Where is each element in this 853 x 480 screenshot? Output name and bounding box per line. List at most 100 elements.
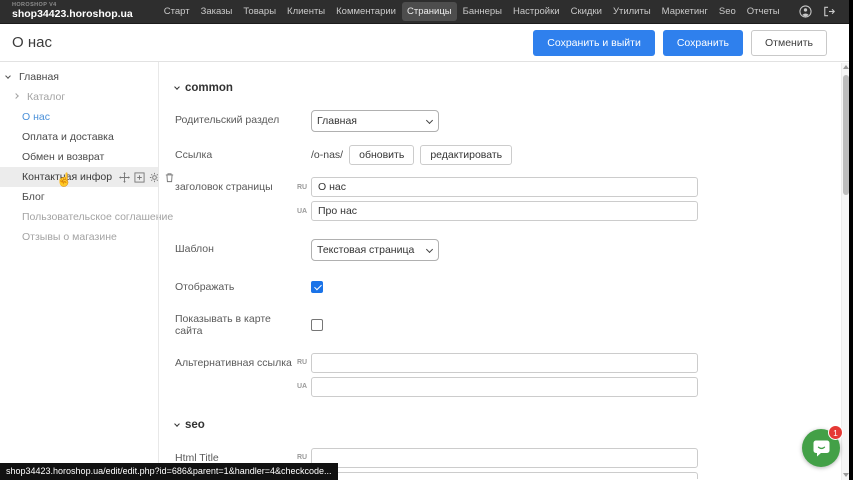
tree-item-home[interactable]: Главная bbox=[0, 67, 158, 87]
link-preview-statusbar: shop34423.horoshop.ua/edit/edit.php?id=6… bbox=[0, 463, 338, 480]
tree-item-label: Главная bbox=[19, 71, 59, 83]
menu-item-pages[interactable]: Страницы bbox=[402, 2, 457, 21]
lang-badge-ua: UA bbox=[297, 208, 307, 215]
tree-item-exchange-return[interactable]: Обмен и возврат bbox=[0, 147, 158, 167]
topbar-icons bbox=[799, 5, 835, 18]
menu-item-reports[interactable]: Отчеты bbox=[742, 2, 785, 21]
section-header-seo[interactable]: seo bbox=[162, 419, 853, 431]
html-title-ru-input[interactable] bbox=[311, 448, 698, 468]
tree-item-label: О нас bbox=[22, 111, 50, 123]
lang-badge-ua: UA bbox=[297, 383, 307, 390]
section-header-common[interactable]: common bbox=[162, 82, 853, 94]
menu-item-seo[interactable]: Seo bbox=[714, 2, 741, 21]
link-edit-button[interactable]: редактировать bbox=[420, 145, 512, 165]
html-title-ru-row: RU bbox=[297, 448, 698, 468]
lang-badge-ru: RU bbox=[297, 184, 307, 191]
account-icon[interactable] bbox=[799, 5, 812, 18]
page-title: О нас bbox=[12, 34, 52, 51]
header-buttons: Сохранить и выйти Сохранить Отменить bbox=[533, 30, 827, 56]
sitemap-row: Показывать в карте сайта bbox=[175, 313, 853, 338]
page-title-inputs: RU UA bbox=[297, 177, 698, 221]
template-select-wrap: Текстовая страница bbox=[311, 239, 439, 261]
chevron-down-icon bbox=[174, 421, 180, 427]
page-title-ua-row: UA bbox=[297, 201, 698, 221]
tree-item-blog[interactable]: Блог bbox=[0, 187, 158, 207]
menu-item-discounts[interactable]: Скидки bbox=[566, 2, 607, 21]
menu-item-comments[interactable]: Комментарии bbox=[331, 2, 401, 21]
link-row: Ссылка /o-nas/ обновить редактировать bbox=[175, 145, 853, 165]
chevron-down-icon[interactable] bbox=[6, 76, 16, 78]
menu-item-utilities[interactable]: Утилиты bbox=[608, 2, 656, 21]
logout-icon[interactable] bbox=[822, 5, 835, 18]
menu-item-orders[interactable]: Заказы bbox=[196, 2, 238, 21]
sitemap-label: Показывать в карте сайта bbox=[175, 313, 297, 338]
alt-link-ru-input[interactable] bbox=[311, 353, 698, 373]
alt-link-ua-row: UA bbox=[297, 377, 698, 397]
lang-badge-ru: RU bbox=[297, 454, 307, 461]
tree-item-store-reviews[interactable]: Отзывы о магазине bbox=[0, 227, 158, 247]
page-edit-form: common Родительский раздел Главная Ссылк… bbox=[158, 62, 853, 479]
template-label: Шаблон bbox=[175, 239, 297, 256]
add-page-icon[interactable] bbox=[134, 172, 145, 183]
display-row: Отображать bbox=[175, 281, 853, 294]
sitemap-checkbox[interactable] bbox=[311, 319, 323, 331]
menu-item-settings[interactable]: Настройки bbox=[508, 2, 565, 21]
html-title-ua-input[interactable] bbox=[311, 472, 698, 479]
tree-item-label: Отзывы о магазине bbox=[22, 231, 117, 243]
brand-domain-label: shop34423.horoshop.ua bbox=[12, 9, 133, 20]
page-title-row: заголовок страницы RU UA bbox=[175, 177, 853, 221]
page-title-ru-row: RU bbox=[297, 177, 698, 197]
tree-item-user-agreement[interactable]: Пользовательское соглашение bbox=[0, 207, 158, 227]
tree-item-payment-delivery[interactable]: Оплата и доставка bbox=[0, 127, 158, 147]
template-row: Шаблон Текстовая страница bbox=[175, 239, 853, 261]
menu-item-clients[interactable]: Клиенты bbox=[282, 2, 330, 21]
link-control: /o-nas/ обновить редактировать bbox=[311, 145, 512, 165]
tree-item-label: Обмен и возврат bbox=[22, 151, 104, 163]
template-select[interactable]: Текстовая страница bbox=[311, 239, 439, 261]
menu-item-marketing[interactable]: Маркетинг bbox=[657, 2, 713, 21]
top-navigation-bar: HOROSHOP V4 shop34423.horoshop.ua Старт … bbox=[0, 0, 853, 24]
alt-link-row: Альтернативная ссылка RU UA bbox=[175, 353, 853, 397]
tree-item-about-us[interactable]: О нас bbox=[0, 107, 158, 127]
link-update-button[interactable]: обновить bbox=[349, 145, 414, 165]
parent-section-row: Родительский раздел Главная bbox=[175, 110, 853, 132]
tree-item-label: Контактная инфор bbox=[22, 171, 112, 183]
cancel-button[interactable]: Отменить bbox=[751, 30, 827, 56]
link-label: Ссылка bbox=[175, 145, 297, 162]
chevron-right-icon[interactable] bbox=[14, 96, 24, 98]
screen-edge-strip bbox=[849, 0, 853, 480]
pages-tree-sidebar: Главная Каталог О нас Оплата и доставка … bbox=[0, 62, 158, 479]
chat-bubble-icon bbox=[811, 439, 832, 458]
alt-link-ua-input[interactable] bbox=[311, 377, 698, 397]
display-checkbox[interactable] bbox=[311, 281, 323, 293]
tree-item-label: Оплата и доставка bbox=[22, 131, 114, 143]
main-menu: Старт Заказы Товары Клиенты Комментарии … bbox=[159, 2, 785, 21]
save-and-exit-button[interactable]: Сохранить и выйти bbox=[533, 30, 655, 56]
parent-section-label: Родительский раздел bbox=[175, 110, 297, 127]
chat-notification-badge: 1 bbox=[828, 425, 843, 440]
parent-section-select[interactable]: Главная bbox=[311, 110, 439, 132]
menu-item-start[interactable]: Старт bbox=[159, 2, 195, 21]
brand-logo[interactable]: HOROSHOP V4 shop34423.horoshop.ua bbox=[12, 3, 133, 20]
tree-item-catalog[interactable]: Каталог bbox=[0, 87, 158, 107]
save-button[interactable]: Сохранить bbox=[663, 30, 743, 56]
alt-link-inputs: RU UA bbox=[297, 353, 698, 397]
section-title: common bbox=[185, 82, 233, 94]
content-area: Главная Каталог О нас Оплата и доставка … bbox=[0, 62, 853, 479]
section-title: seo bbox=[185, 419, 205, 431]
menu-item-products[interactable]: Товары bbox=[238, 2, 281, 21]
html-title-inputs: RU UA bbox=[297, 448, 698, 479]
tree-item-label: Блог bbox=[22, 191, 45, 203]
alt-link-label: Альтернативная ссылка bbox=[175, 353, 297, 370]
page-title-ru-input[interactable] bbox=[311, 177, 698, 197]
tree-item-contact-info[interactable]: Контактная инфор bbox=[0, 167, 158, 187]
chat-widget-button[interactable]: 1 bbox=[802, 429, 840, 467]
vertical-scrollbar[interactable] bbox=[841, 63, 849, 480]
menu-item-banners[interactable]: Баннеры bbox=[458, 2, 507, 21]
tree-item-label: Пользовательское соглашение bbox=[22, 211, 173, 223]
link-value: /o-nas/ bbox=[311, 149, 343, 161]
page-title-ua-input[interactable] bbox=[311, 201, 698, 221]
move-icon[interactable] bbox=[119, 172, 130, 183]
page-title-label: заголовок страницы bbox=[175, 177, 297, 194]
alt-link-ru-row: RU bbox=[297, 353, 698, 373]
